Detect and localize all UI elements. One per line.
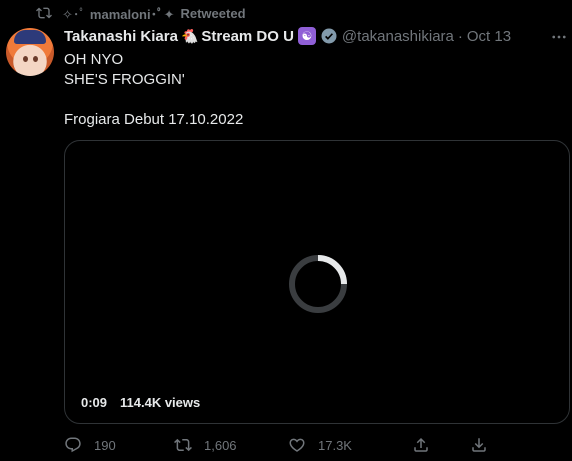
retweet-count: 1,606 (204, 437, 237, 453)
more-options-icon[interactable] (550, 28, 568, 46)
video-player[interactable]: 0:09 114.4K views (64, 140, 570, 424)
tweet-actions: 190 1,606 17.3K (64, 436, 568, 458)
retweet-icon (174, 438, 192, 452)
video-time: 0:09 (81, 395, 108, 410)
loading-spinner-icon (289, 255, 347, 313)
retweeted-label: Retweeted (180, 5, 246, 21)
tweet-header: Takanashi Kiara 🐔 Stream DO U ☯ @takanas… (64, 26, 511, 46)
like-count: 17.3K (318, 437, 352, 453)
share-button[interactable] (412, 436, 442, 454)
reply-icon (65, 437, 81, 453)
retweet-sparkle: ✧･ﾟ (62, 6, 86, 22)
display-name-suffix[interactable]: Stream DO U (201, 28, 294, 45)
tweet-text: OH NYO SHE'S FROGGIN' Frogiara Debut 17.… (64, 50, 243, 130)
heart-icon (289, 438, 305, 452)
reply-button[interactable]: 190 (64, 436, 116, 454)
avatar[interactable] (6, 28, 54, 76)
reply-count: 190 (94, 437, 116, 453)
retweet-button[interactable]: 1,606 (174, 436, 237, 454)
tweet-line (64, 90, 243, 110)
retweet-icon (36, 7, 52, 19)
tweet-line: OH NYO (64, 51, 124, 68)
display-name[interactable]: Takanashi Kiara (64, 28, 178, 45)
verified-badge-icon (321, 28, 337, 44)
separator-dot: · (457, 27, 463, 45)
tweet-date[interactable]: Oct 13 (467, 28, 511, 45)
share-icon (414, 437, 428, 452)
like-button[interactable]: 17.3K (288, 436, 352, 454)
download-icon (472, 438, 486, 452)
download-button[interactable] (470, 436, 500, 454)
video-views: 114.4K views (120, 395, 201, 410)
tweet-line: SHE'S FROGGIN' (64, 71, 185, 88)
chicken-emoji-icon: 🐔 (180, 27, 199, 44)
yin-yang-emoji-icon: ☯ (297, 27, 316, 45)
tweet-line: Frogiara Debut 17.10.2022 (64, 111, 244, 128)
retweeter-name[interactable]: mamaloni･ﾟ✦ (90, 4, 175, 23)
user-handle[interactable]: @takanashikiara (342, 28, 454, 45)
retweet-context: ✧･ﾟ mamaloni･ﾟ✦ Retweeted (36, 4, 246, 22)
